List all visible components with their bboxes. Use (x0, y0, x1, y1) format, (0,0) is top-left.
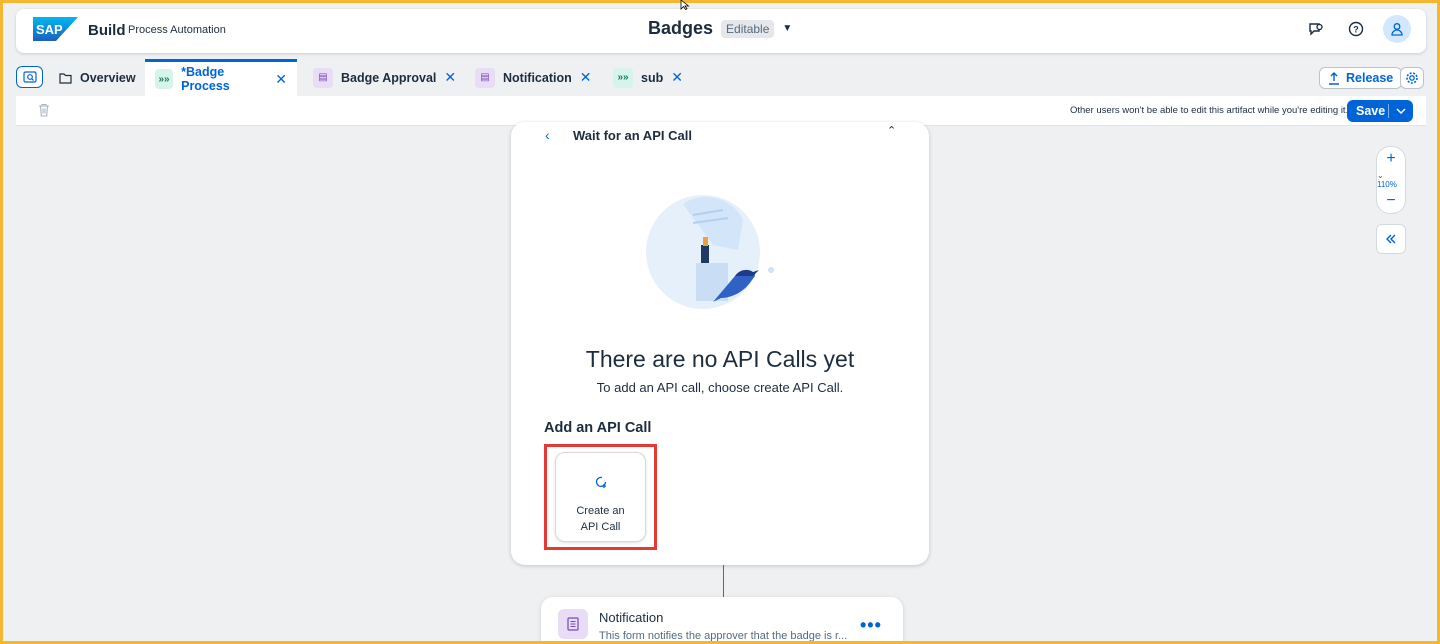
help-icon[interactable]: ? (1343, 16, 1369, 42)
empty-state-subtitle: To add an API call, choose create API Ca… (596, 380, 844, 395)
double-chevron-left-icon (1386, 234, 1396, 244)
avatar[interactable] (1383, 15, 1411, 43)
more-options-icon[interactable]: ••• (860, 615, 882, 636)
status-badge: Editable (721, 19, 775, 38)
mouse-cursor-icon (680, 0, 690, 10)
tab-bar: Overview »» *Badge Process ✕ ▤ Badge App… (3, 59, 1437, 96)
chevron-up-icon[interactable]: ⌃ (887, 124, 896, 137)
save-button[interactable]: Save (1347, 100, 1413, 122)
tab-label: Overview (80, 70, 136, 85)
tab-label: Badge Approval (341, 70, 437, 85)
form-icon: ▤ (313, 67, 333, 88)
process-icon: »» (613, 67, 633, 88)
settings-button[interactable] (1400, 67, 1424, 89)
sap-logo[interactable]: SAP (33, 17, 78, 41)
release-label: Release (1346, 71, 1394, 85)
collapse-panel-button[interactable] (1376, 224, 1406, 254)
zoom-control: + ⌄ 110% − (1376, 146, 1406, 214)
svg-text:?: ? (1353, 25, 1359, 35)
tab-label: Notification (503, 70, 572, 85)
create-api-call-button[interactable]: Create an API Call (555, 452, 646, 542)
upload-icon (1329, 71, 1339, 85)
zoom-level[interactable]: ⌄ 110% (1377, 171, 1405, 189)
form-icon: ▤ (475, 67, 495, 88)
close-icon[interactable]: ✕ (444, 69, 456, 86)
zoom-in-button[interactable]: + (1386, 151, 1395, 167)
release-button[interactable]: Release (1319, 67, 1403, 89)
page-title: Badges (648, 18, 714, 38)
process-canvas[interactable]: + ⌄ 110% − ‹ Wait for an API Call ⌃ Ther… (16, 122, 1426, 641)
close-icon[interactable]: ✕ (275, 71, 287, 88)
close-icon[interactable]: ✕ (671, 69, 683, 86)
shell-bar: SAP Build Process Automation Badges Edit… (16, 9, 1426, 53)
save-label: Save (1356, 104, 1386, 118)
tab-sub[interactable]: »» sub ✕ (603, 59, 693, 96)
api-call-panel: ‹ Wait for an API Call ⌃ There are no AP… (511, 122, 929, 565)
delete-icon[interactable] (38, 103, 50, 117)
node-description: This form notifies the approver that the… (599, 630, 848, 641)
zoom-out-button[interactable]: − (1386, 193, 1395, 209)
tab-notification[interactable]: ▤ Notification ✕ (465, 59, 601, 96)
tab-overview[interactable]: Overview (49, 59, 146, 96)
notification-node[interactable]: Notification This form notifies the appr… (541, 597, 903, 641)
gear-icon (1406, 72, 1418, 84)
tab-badge-process[interactable]: »» *Badge Process ✕ (145, 59, 297, 96)
title-menu[interactable]: Badges Editable ▼ (648, 18, 792, 39)
back-chevron-icon[interactable]: ‹ (545, 127, 550, 143)
flow-connector (723, 565, 724, 597)
empty-state-title: There are no API Calls yet (585, 346, 855, 372)
add-document-icon (595, 476, 606, 488)
search-icon (22, 70, 37, 83)
svg-text:SAP: SAP (36, 22, 63, 37)
edit-lock-note: Other users won't be able to edit this a… (1070, 105, 1349, 116)
create-api-call-label: Create an API Call (576, 505, 625, 533)
panel-title: Wait for an API Call (573, 128, 692, 143)
feedback-icon[interactable] (1303, 16, 1329, 42)
app-frame: SAP Build Process Automation Badges Edit… (3, 3, 1437, 641)
brand-subtitle: Process Automation (128, 24, 226, 36)
save-options-chevron-down-icon[interactable] (1389, 108, 1413, 114)
close-icon[interactable]: ✕ (580, 69, 592, 86)
tab-label: *Badge Process (181, 65, 230, 93)
node-title: Notification (599, 610, 664, 625)
caret-down-icon[interactable]: ▼ (782, 23, 792, 34)
search-artifacts-button[interactable] (16, 66, 43, 88)
empty-state-illustration (646, 195, 774, 309)
folder-icon (59, 72, 72, 84)
process-icon: »» (155, 69, 174, 89)
form-icon (558, 609, 588, 639)
tab-label: sub (641, 70, 664, 85)
brand-build: Build (88, 22, 126, 39)
add-api-call-heading: Add an API Call (544, 420, 652, 436)
tab-badge-approval[interactable]: ▤ Badge Approval ✕ (303, 59, 466, 96)
